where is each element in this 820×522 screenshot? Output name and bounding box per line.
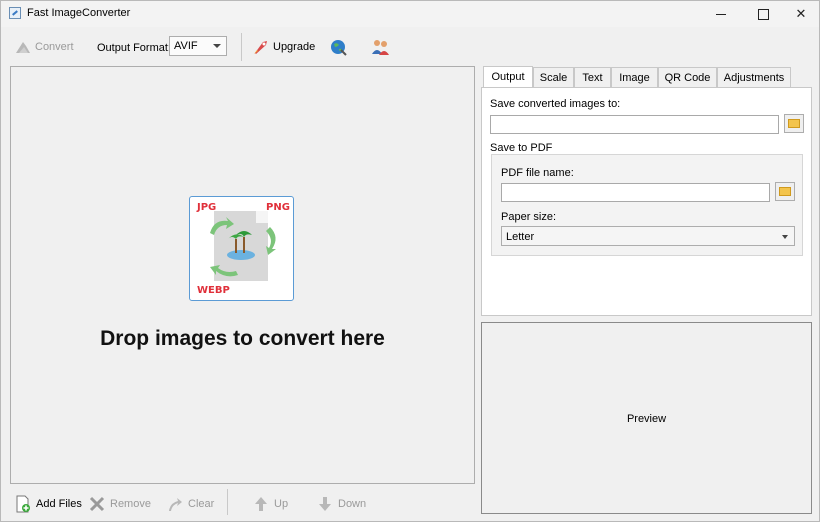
save-folder-input[interactable] [490,115,779,134]
app-icon [9,7,21,19]
arrow-down-icon [316,495,334,513]
up-label: Up [274,498,289,510]
add-files-button[interactable]: Add Files [14,495,82,513]
paper-size-value: Letter [506,231,535,243]
paper-size-label: Paper size: [501,211,557,223]
close-icon: ✕ [795,6,807,21]
title-bar: Fast ImageConverter ✕ [1,1,819,27]
tab-output[interactable]: Output [483,66,533,88]
paper-size-select[interactable]: Letter [501,226,795,246]
browse-pdf-file-button[interactable] [775,182,795,201]
website-button[interactable] [329,37,347,57]
convert-label: Convert [35,41,74,53]
move-down-button[interactable]: Down [316,495,366,513]
browse-save-folder-button[interactable] [784,114,804,133]
globe-icon [329,38,347,56]
webp-badge: WEBP [197,285,230,296]
clear-icon [166,495,184,513]
drop-area[interactable]: JPG PNG WEBP Drop images to convert here [10,66,475,484]
clear-label: Clear [188,498,215,510]
close-button[interactable]: ✕ [782,1,820,27]
remove-button[interactable]: Remove [88,495,151,513]
preview-pane: Preview [481,322,812,514]
tab-text[interactable]: Text [574,67,611,87]
add-file-icon [14,495,32,513]
remove-x-icon [88,495,106,513]
down-label: Down [338,498,367,510]
folder-icon [788,119,800,128]
save-to-label: Save converted images to: [490,98,621,110]
convert-icon [14,38,32,56]
pdf-file-name-input[interactable] [501,183,770,202]
support-button[interactable] [371,37,389,57]
tab-adjustments[interactable]: Adjustments [717,67,791,87]
tab-qr-code[interactable]: QR Code [658,67,717,87]
arrow-up-icon [252,495,270,513]
output-format-label: Output Format: [97,42,171,54]
convert-button[interactable]: Convert [14,37,74,57]
tab-image[interactable]: Image [611,67,658,87]
main-toolbar: Convert Output Format: AVIF Upgrade [1,31,819,63]
folder-icon [779,187,791,196]
upgrade-button[interactable]: Upgrade [252,37,315,57]
drop-prompt: Drop images to convert here [100,327,385,350]
move-up-button[interactable]: Up [252,495,288,513]
pdf-file-name-label: PDF file name: [501,167,574,179]
preview-label: Preview [626,413,667,425]
pdf-options-group: PDF file name: Paper size: Letter [491,154,803,256]
remove-label: Remove [110,498,151,510]
output-settings-panel: Save converted images to: Save to PDF PD… [481,87,812,316]
clear-button[interactable]: Clear [166,495,214,513]
format-conversion-illustration: JPG PNG WEBP [189,196,294,301]
bottom-toolbar-separator [227,489,228,515]
file-list-toolbar: Add Files Remove Clear Up Down [1,487,476,519]
save-to-pdf-label: Save to PDF [490,142,553,154]
toolbar-separator [241,33,242,61]
chevron-down-icon [213,44,221,48]
upgrade-rocket-icon [252,38,270,56]
app-window: Fast ImageConverter ✕ Convert Output For… [0,0,820,522]
maximize-icon [757,8,769,20]
window-title: Fast ImageConverter [27,7,131,19]
maximize-button[interactable] [744,1,782,27]
tab-scale[interactable]: Scale [533,67,574,87]
minimize-icon [716,13,726,15]
upgrade-label: Upgrade [273,41,316,53]
output-format-select[interactable]: AVIF [169,36,227,56]
chevron-down-icon [782,235,788,239]
minimize-button[interactable] [702,1,740,27]
output-format-value: AVIF [174,40,198,52]
users-icon [371,38,389,56]
add-files-label: Add Files [36,498,82,510]
